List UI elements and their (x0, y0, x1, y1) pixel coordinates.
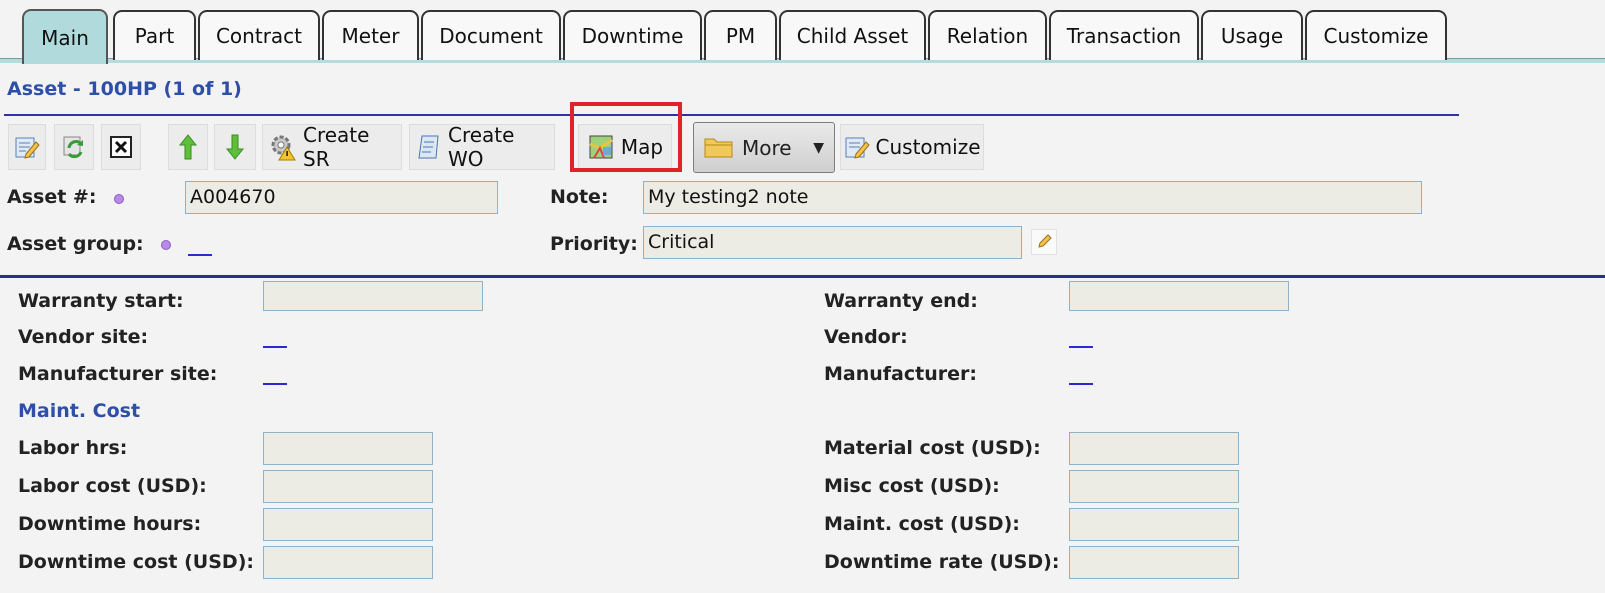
tab-downtime[interactable]: Downtime (563, 10, 702, 60)
warranty-start-field[interactable] (263, 281, 483, 311)
tab-relation[interactable]: Relation (928, 10, 1047, 60)
map-label: Map (620, 135, 664, 159)
warranty-start-label: Warranty start: (18, 290, 184, 312)
required-indicator-icon (114, 194, 124, 204)
arrow-up-icon (175, 133, 201, 161)
arrow-down-icon (221, 133, 249, 161)
close-button[interactable] (101, 124, 141, 170)
section-divider (0, 275, 1605, 278)
map-icon (587, 133, 615, 161)
note-label: Note: (550, 186, 609, 208)
tab-child-asset[interactable]: Child Asset (779, 10, 926, 60)
create-wo-button[interactable]: Create WO (409, 123, 555, 171)
downtime-cost-field[interactable] (263, 546, 433, 579)
labor-hrs-label: Labor hrs: (18, 437, 128, 459)
manufacturer-site-label: Manufacturer site: (18, 363, 218, 385)
folder-icon (704, 135, 734, 161)
asset-number-field[interactable]: A004670 (185, 181, 498, 214)
chevron-down-icon: ▼ (813, 139, 824, 156)
note-field[interactable]: My testing2 note (643, 181, 1422, 214)
customize-button[interactable]: Customize (840, 124, 984, 170)
customize-label: Customize (875, 135, 981, 159)
refresh-icon (61, 133, 87, 161)
asset-number-label: Asset #: (7, 186, 97, 208)
warranty-end-field[interactable] (1069, 281, 1289, 311)
more-dropdown-button[interactable]: More ▼ (693, 122, 835, 173)
tab-transaction[interactable]: Transaction (1049, 10, 1199, 60)
labor-hrs-field[interactable] (263, 432, 433, 465)
vendor-label: Vendor: (824, 326, 908, 348)
tab-usage[interactable]: Usage (1201, 10, 1303, 60)
labor-cost-field[interactable] (263, 470, 433, 503)
downtime-cost-label: Downtime cost (USD): (18, 551, 254, 573)
tab-document[interactable]: Document (421, 10, 561, 60)
create-sr-label: Create SR (303, 123, 370, 171)
create-sr-button[interactable]: Create SR (262, 123, 402, 171)
maint-cost-field[interactable] (1069, 508, 1239, 541)
title-divider (4, 114, 1459, 116)
edit-button[interactable] (8, 124, 46, 170)
maint-cost-label: Maint. cost (USD): (824, 513, 1020, 535)
downtime-hours-label: Downtime hours: (18, 513, 202, 535)
misc-cost-field[interactable] (1069, 470, 1239, 503)
pencil-icon[interactable] (1031, 229, 1057, 255)
downtime-rate-field[interactable] (1069, 546, 1239, 579)
page-title: Asset - 100HP (1 of 1) (7, 78, 242, 100)
tab-contract[interactable]: Contract (198, 10, 320, 60)
maint-cost-section-title: Maint. Cost (18, 400, 141, 422)
required-indicator-icon (161, 240, 171, 250)
downtime-rate-label: Downtime rate (USD): (824, 551, 1060, 573)
tab-main[interactable]: Main (22, 9, 108, 64)
tab-pm[interactable]: PM (704, 10, 777, 60)
next-button[interactable] (214, 124, 256, 170)
downtime-hours-field[interactable] (263, 508, 433, 541)
asset-group-lookup-link[interactable] (188, 254, 212, 256)
edit-form-icon (14, 133, 40, 161)
manufacturer-label: Manufacturer: (824, 363, 977, 385)
priority-label: Priority: (550, 233, 638, 255)
manufacturer-site-lookup-link[interactable] (263, 383, 287, 385)
more-label: More (742, 135, 792, 160)
tab-customize[interactable]: Customize (1305, 10, 1447, 60)
close-x-icon (108, 133, 134, 161)
map-button[interactable]: Map (578, 124, 672, 170)
asset-group-label: Asset group: (7, 233, 144, 255)
vendor-lookup-link[interactable] (1069, 346, 1093, 348)
vendor-site-lookup-link[interactable] (263, 346, 287, 348)
tab-meter[interactable]: Meter (322, 10, 419, 60)
tab-part[interactable]: Part (113, 10, 196, 60)
manufacturer-lookup-link[interactable] (1069, 383, 1093, 385)
refresh-button[interactable] (54, 124, 94, 170)
tab-bar: Main Part Contract Meter Document Downti… (0, 0, 1605, 64)
vendor-site-label: Vendor site: (18, 326, 149, 348)
customize-icon (844, 133, 870, 161)
material-cost-label: Material cost (USD): (824, 437, 1041, 459)
priority-field[interactable]: Critical (643, 226, 1022, 259)
labor-cost-label: Labor cost (USD): (18, 475, 207, 497)
misc-cost-label: Misc cost (USD): (824, 475, 1000, 497)
material-cost-field[interactable] (1069, 432, 1239, 465)
gear-warning-icon (269, 133, 297, 161)
scroll-document-icon (416, 133, 442, 161)
warranty-end-label: Warranty end: (824, 290, 978, 312)
previous-button[interactable] (168, 124, 208, 170)
create-wo-label: Create WO (448, 123, 515, 171)
